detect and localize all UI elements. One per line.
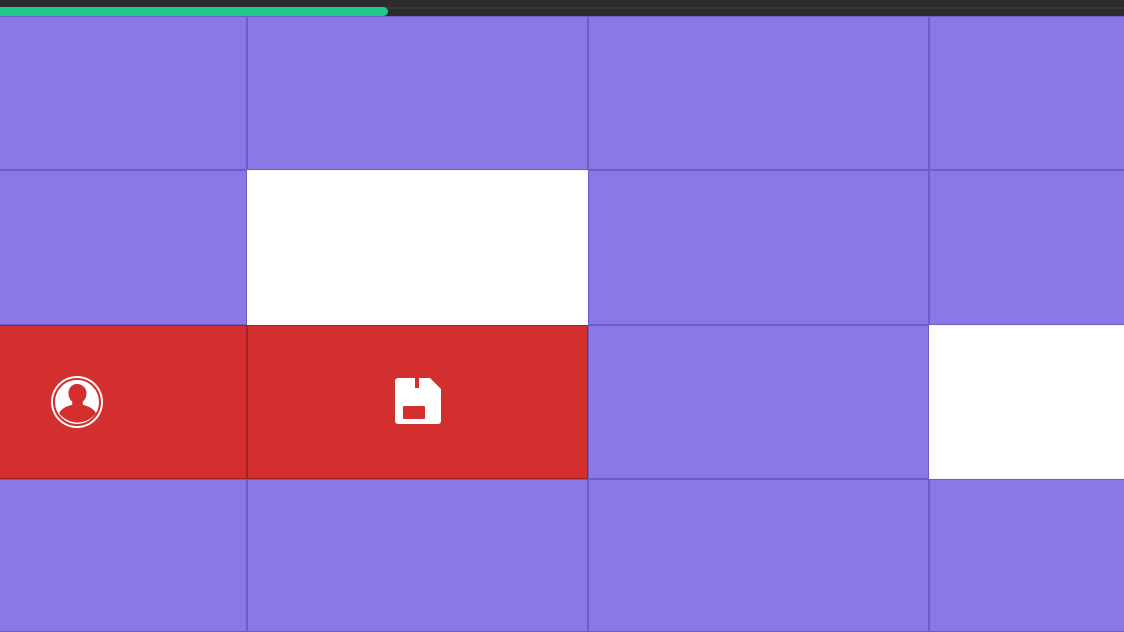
progress-bar [0,0,1124,16]
card-tile[interactable] [929,16,1124,170]
card-tile[interactable] [588,325,929,479]
card-tile[interactable] [0,479,247,632]
save-icon [394,378,441,424]
card-tile[interactable] [929,170,1124,325]
card-tile[interactable] [588,479,929,632]
memory-game [0,0,1124,632]
user-icon [50,376,103,428]
card-tile[interactable] [247,325,588,479]
card-tile[interactable] [0,170,247,325]
card-tile[interactable] [588,16,929,170]
card-tile[interactable] [0,16,247,170]
card-tile [247,170,588,325]
progress-fill [0,7,388,16]
card-tile[interactable] [0,325,247,479]
card-tile[interactable] [929,479,1124,632]
card-tile[interactable] [588,170,929,325]
card-tile[interactable] [247,479,588,632]
card-tile [929,325,1124,479]
card-tile[interactable] [247,16,588,170]
game-board [0,16,1124,632]
